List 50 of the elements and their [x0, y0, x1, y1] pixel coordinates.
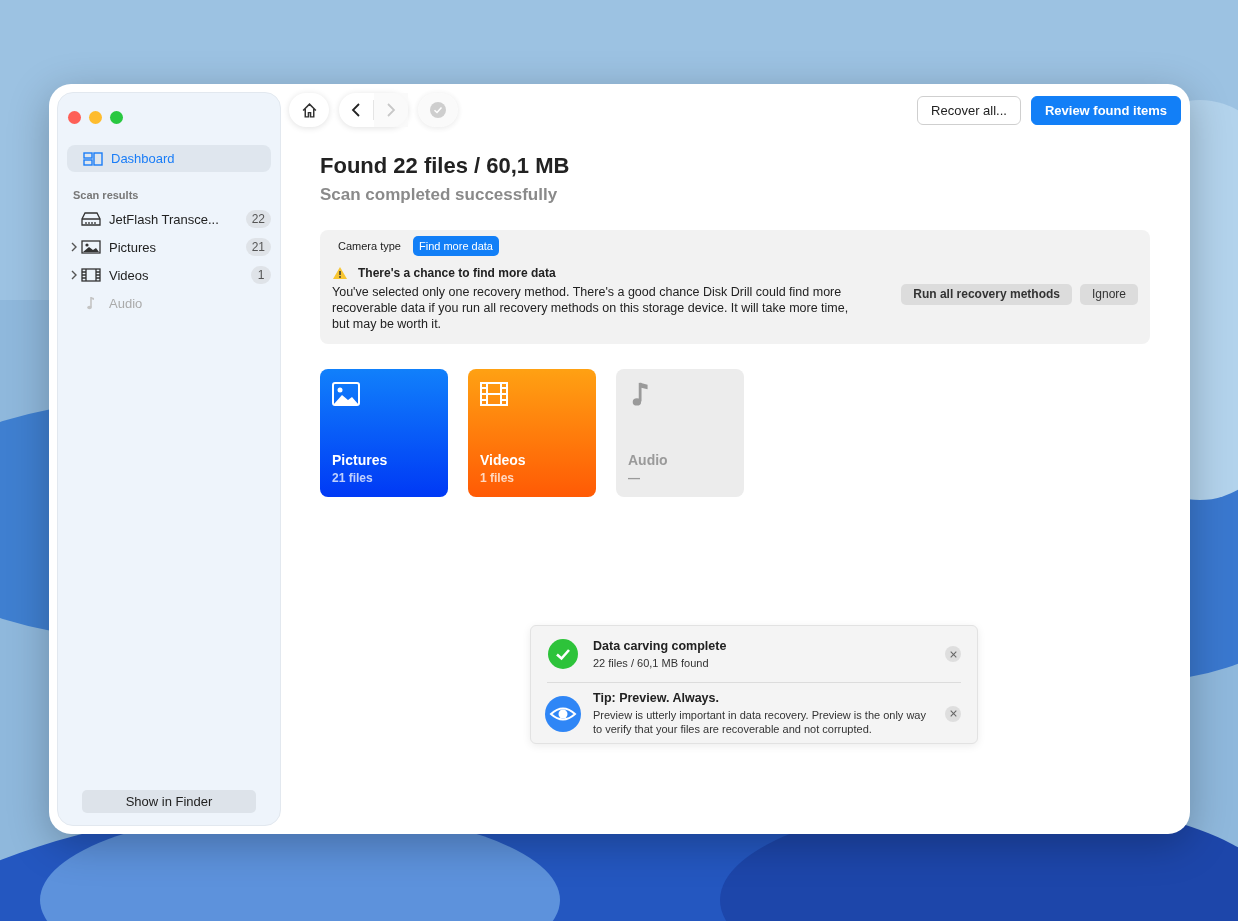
forward-icon — [386, 102, 396, 118]
page-title: Found 22 files / 60,1 MB — [320, 153, 571, 179]
pictures-card[interactable]: Pictures 21 files — [320, 369, 448, 497]
tab[interactable]: Find more data — [413, 236, 499, 256]
image-icon — [81, 240, 101, 254]
chevron-icon[interactable] — [71, 270, 77, 280]
home-icon — [300, 101, 318, 119]
ignore-button[interactable]: Ignore — [1079, 283, 1138, 305]
card-title: Videos — [480, 452, 527, 468]
show-in-finder-button[interactable]: Show in Finder — [82, 790, 256, 813]
review-button[interactable]: Review found items — [1030, 95, 1181, 125]
close-button[interactable] — [945, 705, 961, 722]
tab[interactable]: Camera type — [332, 236, 407, 256]
chevron-icon[interactable] — [71, 242, 77, 252]
card-title: Audio — [628, 452, 669, 468]
recover-button[interactable]: Recover all... — [917, 95, 1021, 125]
close-button[interactable] — [945, 646, 961, 662]
count-badge: 1 — [251, 266, 271, 284]
section-title: Scan results — [73, 189, 140, 201]
success-icon — [547, 638, 579, 670]
panel-message: You've selected only one recovery method. There's a good chance Disk Drill could find more recoverable data if you run all recovery methods on this storage device. It will take more time, but may be worth it. — [332, 284, 850, 332]
sidebar-item[interactable]: Videos — [109, 267, 251, 283]
image-icon — [332, 381, 360, 407]
warning-icon — [332, 266, 348, 280]
count-badge: 21 — [245, 238, 271, 256]
panel-heading: There's a chance to find more data — [358, 266, 556, 280]
drive-icon — [81, 212, 101, 226]
notification-text: 22 files / 60,1 MB found — [593, 655, 710, 670]
notification-title: Data carving complete — [593, 638, 728, 653]
sidebar-item[interactable]: Pictures — [109, 239, 246, 255]
sidebar-item[interactable]: JetFlash Transce... — [109, 211, 246, 227]
notification-title: Tip: Preview. Always. — [593, 691, 720, 705]
dashboard-icon — [83, 151, 103, 166]
page-subtitle: Scan completed successfully — [320, 185, 559, 205]
card-count: 1 files — [480, 471, 516, 485]
count-badge: 22 — [245, 210, 271, 228]
card-count: 21 files — [332, 471, 374, 485]
film-icon — [81, 268, 101, 282]
close-button[interactable] — [68, 111, 81, 124]
checkmark-icon — [430, 102, 446, 118]
close-icon — [949, 650, 957, 658]
film-icon — [480, 381, 508, 407]
run-all-button[interactable]: Run all recovery methods — [901, 283, 1072, 305]
notification-text: Preview is utterly important in data recovery. Preview is the only way to verify that your files are recoverable and not corrupted. — [593, 708, 927, 736]
card-count: — — [628, 471, 641, 485]
back-icon — [351, 102, 361, 118]
close-icon — [949, 710, 957, 717]
eye-icon — [545, 695, 581, 732]
card-title: Pictures — [332, 452, 389, 468]
home-button[interactable] — [289, 93, 329, 127]
